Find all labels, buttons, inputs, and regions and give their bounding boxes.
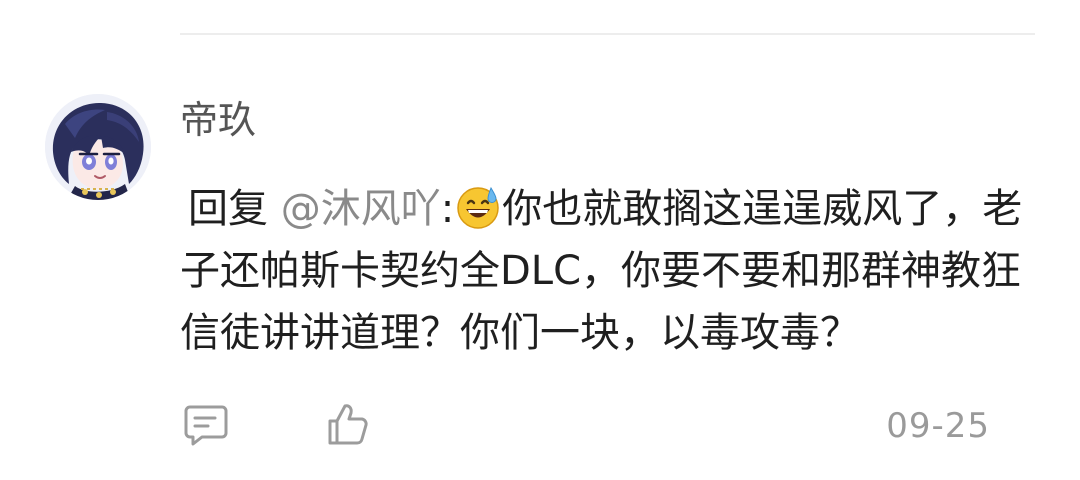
thumbs-up-icon	[328, 404, 368, 445]
reply-button[interactable]	[182, 400, 234, 452]
like-button[interactable]	[324, 400, 376, 452]
reply-prefix: 回复	[188, 186, 268, 232]
avatar-image	[45, 94, 151, 200]
comment-icon	[184, 405, 228, 446]
top-divider	[180, 33, 1035, 35]
comment-body: 回复 @沐风吖: 你也就敢搁这逞逞威风了，老子还帕斯卡契约全DLC，你要不要和那…	[180, 178, 1030, 364]
comment-author[interactable]: 帝玖	[180, 96, 256, 144]
user-avatar[interactable]	[45, 94, 151, 200]
mention-link[interactable]: @沐风吖	[281, 186, 441, 232]
mention-colon: :	[440, 186, 455, 232]
grinning-sweat-emoji-icon	[455, 184, 501, 230]
comment-actions: 09-25	[180, 400, 990, 456]
comment-date: 09-25	[886, 406, 990, 446]
